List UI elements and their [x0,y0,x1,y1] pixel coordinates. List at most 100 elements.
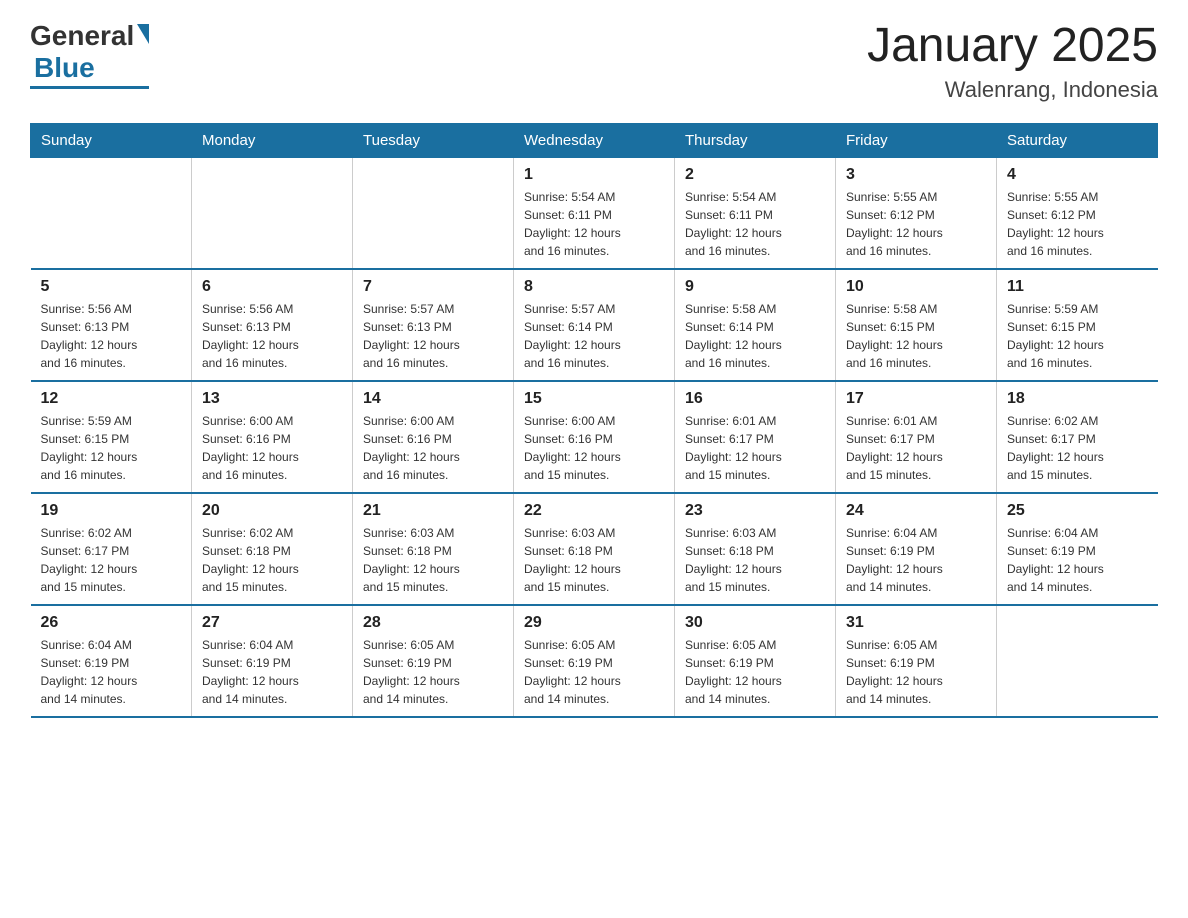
calendar-cell: 9 Sunrise: 5:58 AM Sunset: 6:14 PM Daylig… [675,269,836,381]
day-info: Sunrise: 5:55 AM Sunset: 6:12 PM Dayligh… [846,188,986,260]
calendar-cell [353,157,514,269]
title-block: January 2025 Walenrang, Indonesia [867,20,1158,103]
logo-underline [30,86,149,89]
calendar-cell: 2Sunrise: 5:54 AM Sunset: 6:11 PM Daylig… [675,157,836,269]
calendar-week-row: 5 Sunrise: 5:56 AM Sunset: 6:13 PM Daylig… [31,269,1158,381]
calendar-cell: 29 Sunrise: 6:05 AM Sunset: 6:19 PM Dayli… [514,605,675,717]
page-title: January 2025 [867,20,1158,73]
calendar-cell [192,157,353,269]
day-info: Sunrise: 6:00 AM Sunset: 6:16 PM Dayligh… [524,412,664,484]
logo-general-text: General [30,20,134,52]
day-number: 14 [363,390,503,408]
page-header: General Blue January 2025 Walenrang, Ind… [30,20,1158,103]
day-number: 20 [202,502,342,520]
calendar-cell: 28Sunrise: 6:05 AM Sunset: 6:19 PM Dayli… [353,605,514,717]
calendar-cell: 4Sunrise: 5:55 AM Sunset: 6:12 PM Daylig… [997,157,1158,269]
calendar-week-row: 19 Sunrise: 6:02 AM Sunset: 6:17 PM Dayli… [31,493,1158,605]
day-info: Sunrise: 6:03 AM Sunset: 6:18 PM Dayligh… [363,524,503,596]
day-info: Sunrise: 5:57 AM Sunset: 6:13 PM Dayligh… [363,300,503,372]
calendar-week-row: 26 Sunrise: 6:04 AM Sunset: 6:19 PM Dayli… [31,605,1158,717]
calendar-week-row: 12 Sunrise: 5:59 AM Sunset: 6:15 PM Dayli… [31,381,1158,493]
calendar-cell: 26 Sunrise: 6:04 AM Sunset: 6:19 PM Dayli… [31,605,192,717]
calendar-table: SundayMondayTuesdayWednesdayThursdayFrid… [30,123,1158,718]
day-info: Sunrise: 5:58 AM Sunset: 6:14 PM Dayligh… [685,300,825,372]
logo-blue-text: Blue [34,52,95,84]
calendar-cell: 27Sunrise: 6:04 AM Sunset: 6:19 PM Dayli… [192,605,353,717]
calendar-header-row: SundayMondayTuesdayWednesdayThursdayFrid… [31,123,1158,157]
calendar-cell: 22 Sunrise: 6:03 AM Sunset: 6:18 PM Dayli… [514,493,675,605]
day-info: Sunrise: 5:59 AM Sunset: 6:15 PM Dayligh… [1007,300,1148,372]
header-thursday: Thursday [675,123,836,157]
header-friday: Friday [836,123,997,157]
day-info: Sunrise: 6:04 AM Sunset: 6:19 PM Dayligh… [846,524,986,596]
day-number: 4 [1007,166,1148,184]
calendar-cell [31,157,192,269]
day-number: 1 [524,166,664,184]
calendar-cell: 18Sunrise: 6:02 AM Sunset: 6:17 PM Dayli… [997,381,1158,493]
calendar-cell: 10 Sunrise: 5:58 AM Sunset: 6:15 PM Dayli… [836,269,997,381]
day-info: Sunrise: 6:02 AM Sunset: 6:17 PM Dayligh… [41,524,182,596]
day-info: Sunrise: 6:05 AM Sunset: 6:19 PM Dayligh… [524,636,664,708]
day-number: 11 [1007,278,1148,296]
day-number: 25 [1007,502,1148,520]
subtitle: Walenrang, Indonesia [867,77,1158,103]
day-number: 18 [1007,390,1148,408]
calendar-cell: 15 Sunrise: 6:00 AM Sunset: 6:16 PM Dayli… [514,381,675,493]
day-number: 8 [524,278,664,296]
day-number: 26 [41,614,182,632]
header-wednesday: Wednesday [514,123,675,157]
calendar-cell: 14 Sunrise: 6:00 AM Sunset: 6:16 PM Dayli… [353,381,514,493]
day-number: 9 [685,278,825,296]
day-info: Sunrise: 6:00 AM Sunset: 6:16 PM Dayligh… [363,412,503,484]
calendar-cell: 11 Sunrise: 5:59 AM Sunset: 6:15 PM Dayli… [997,269,1158,381]
day-info: Sunrise: 6:03 AM Sunset: 6:18 PM Dayligh… [524,524,664,596]
header-sunday: Sunday [31,123,192,157]
day-number: 3 [846,166,986,184]
calendar-cell: 19 Sunrise: 6:02 AM Sunset: 6:17 PM Dayli… [31,493,192,605]
header-tuesday: Tuesday [353,123,514,157]
day-number: 15 [524,390,664,408]
day-number: 2 [685,166,825,184]
day-number: 24 [846,502,986,520]
day-number: 16 [685,390,825,408]
calendar-cell: 13Sunrise: 6:00 AM Sunset: 6:16 PM Dayli… [192,381,353,493]
day-number: 12 [41,390,182,408]
day-info: Sunrise: 5:56 AM Sunset: 6:13 PM Dayligh… [202,300,342,372]
logo: General Blue [30,20,149,89]
calendar-cell [997,605,1158,717]
calendar-cell: 16 Sunrise: 6:01 AM Sunset: 6:17 PM Dayli… [675,381,836,493]
day-number: 29 [524,614,664,632]
calendar-cell: 17Sunrise: 6:01 AM Sunset: 6:17 PM Dayli… [836,381,997,493]
day-info: Sunrise: 6:01 AM Sunset: 6:17 PM Dayligh… [685,412,825,484]
calendar-cell: 25 Sunrise: 6:04 AM Sunset: 6:19 PM Dayli… [997,493,1158,605]
calendar-cell: 6 Sunrise: 5:56 AM Sunset: 6:13 PM Daylig… [192,269,353,381]
day-info: Sunrise: 6:05 AM Sunset: 6:19 PM Dayligh… [685,636,825,708]
day-number: 23 [685,502,825,520]
day-number: 5 [41,278,182,296]
day-info: Sunrise: 5:56 AM Sunset: 6:13 PM Dayligh… [41,300,182,372]
day-info: Sunrise: 6:04 AM Sunset: 6:19 PM Dayligh… [41,636,182,708]
day-info: Sunrise: 5:59 AM Sunset: 6:15 PM Dayligh… [41,412,182,484]
header-saturday: Saturday [997,123,1158,157]
calendar-cell: 30Sunrise: 6:05 AM Sunset: 6:19 PM Dayli… [675,605,836,717]
day-info: Sunrise: 6:00 AM Sunset: 6:16 PM Dayligh… [202,412,342,484]
day-number: 17 [846,390,986,408]
calendar-cell: 23 Sunrise: 6:03 AM Sunset: 6:18 PM Dayli… [675,493,836,605]
day-number: 6 [202,278,342,296]
calendar-cell: 3 Sunrise: 5:55 AM Sunset: 6:12 PM Daylig… [836,157,997,269]
day-number: 21 [363,502,503,520]
day-info: Sunrise: 6:03 AM Sunset: 6:18 PM Dayligh… [685,524,825,596]
day-number: 10 [846,278,986,296]
logo-triangle-icon [137,24,149,44]
day-number: 19 [41,502,182,520]
day-number: 22 [524,502,664,520]
day-info: Sunrise: 5:58 AM Sunset: 6:15 PM Dayligh… [846,300,986,372]
day-number: 31 [846,614,986,632]
calendar-cell: 20Sunrise: 6:02 AM Sunset: 6:18 PM Dayli… [192,493,353,605]
calendar-cell: 7 Sunrise: 5:57 AM Sunset: 6:13 PM Daylig… [353,269,514,381]
day-number: 7 [363,278,503,296]
day-info: Sunrise: 6:04 AM Sunset: 6:19 PM Dayligh… [1007,524,1148,596]
calendar-cell: 21 Sunrise: 6:03 AM Sunset: 6:18 PM Dayli… [353,493,514,605]
day-info: Sunrise: 5:54 AM Sunset: 6:11 PM Dayligh… [524,188,664,260]
calendar-cell: 24 Sunrise: 6:04 AM Sunset: 6:19 PM Dayli… [836,493,997,605]
